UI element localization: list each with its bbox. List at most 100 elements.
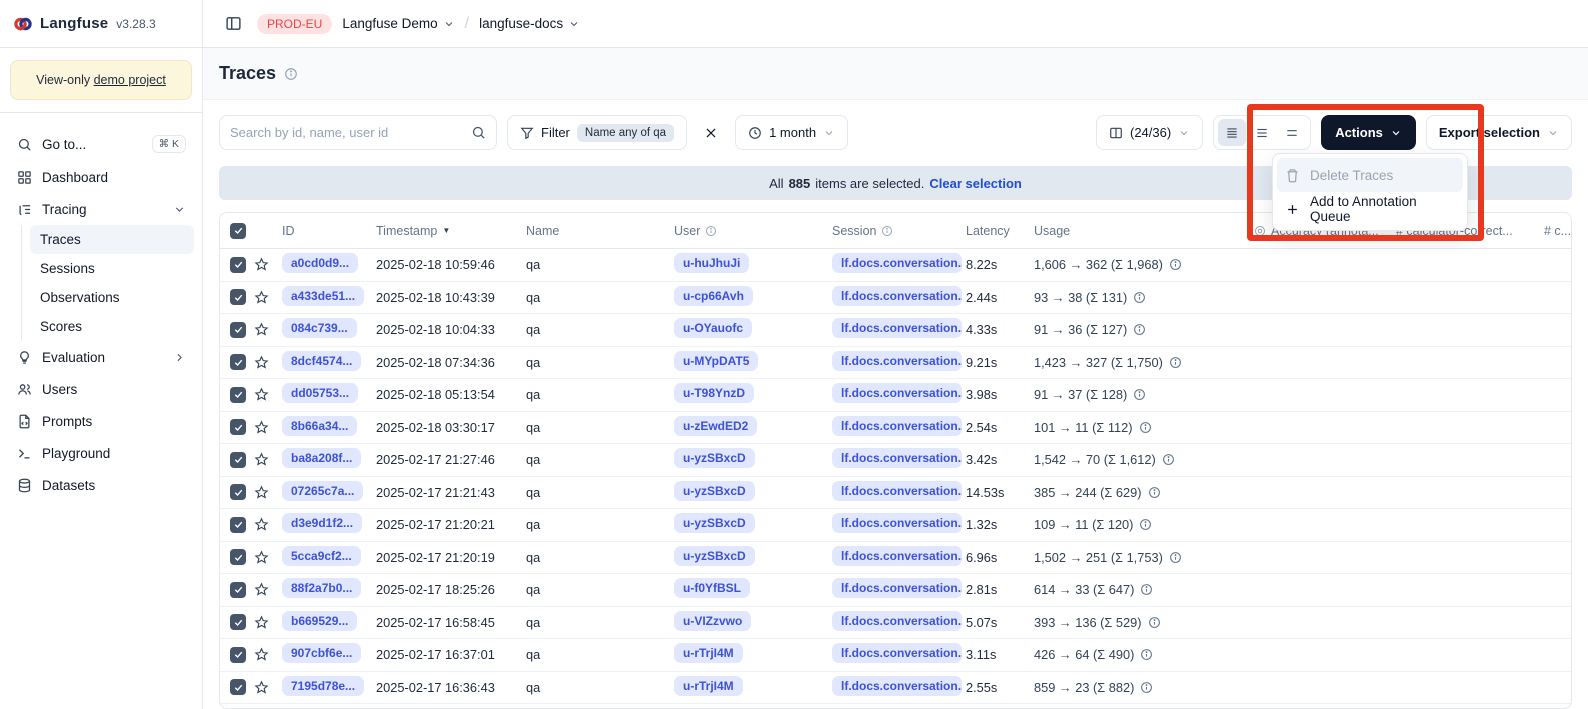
user-badge[interactable]: u-OYauofc bbox=[674, 318, 752, 338]
row-checkbox[interactable] bbox=[230, 582, 246, 598]
sidebar-item-observations[interactable]: Observations bbox=[30, 283, 194, 312]
table-row[interactable]: ba8a208f... 2025-02-17 21:27:46 qa u-yzS… bbox=[220, 444, 1571, 477]
table-row[interactable]: 5cca9cf2... 2025-02-17 21:20:19 qa u-yzS… bbox=[220, 542, 1571, 575]
sidebar-item-sessions[interactable]: Sessions bbox=[30, 254, 194, 283]
info-circle-icon[interactable] bbox=[1169, 356, 1182, 369]
clear-filter-button[interactable] bbox=[697, 119, 725, 147]
info-circle-icon[interactable] bbox=[1140, 583, 1153, 596]
sidebar-item-traces[interactable]: Traces bbox=[30, 225, 194, 254]
row-checkbox[interactable] bbox=[230, 452, 246, 468]
time-range-button[interactable]: 1 month bbox=[735, 115, 848, 150]
info-circle-icon[interactable] bbox=[284, 67, 298, 81]
session-badge[interactable]: lf.docs.conversation... bbox=[832, 351, 962, 371]
trace-id-badge[interactable]: 7195d78e... bbox=[282, 676, 364, 696]
info-circle-icon[interactable] bbox=[1139, 421, 1152, 434]
column-visibility-button[interactable]: (24/36) bbox=[1096, 115, 1203, 150]
trace-id-badge[interactable]: ba8a208f... bbox=[282, 448, 361, 468]
trace-id-badge[interactable]: a0cd0d9... bbox=[282, 253, 358, 273]
sidebar-item-datasets[interactable]: Datasets bbox=[8, 469, 194, 501]
trace-id-badge[interactable]: 084c739... bbox=[282, 318, 357, 338]
trace-id-badge[interactable]: b669529... bbox=[282, 611, 357, 631]
session-badge[interactable]: lf.docs.conversation... bbox=[832, 481, 962, 501]
trace-id-badge[interactable]: 907cbf6e... bbox=[282, 643, 361, 663]
row-checkbox[interactable] bbox=[230, 322, 246, 338]
user-badge[interactable]: u-huJhuJi bbox=[674, 253, 749, 273]
row-checkbox[interactable] bbox=[230, 484, 246, 500]
filter-button[interactable]: Filter Name any of qa bbox=[507, 115, 687, 150]
user-badge[interactable]: u-zEwdED2 bbox=[674, 416, 757, 436]
sidebar-item-tracing[interactable]: Tracing bbox=[8, 193, 194, 225]
search-input[interactable] bbox=[230, 125, 463, 140]
session-badge[interactable]: lf.docs.conversation... bbox=[832, 383, 962, 403]
sidebar-item-users[interactable]: Users bbox=[8, 373, 194, 405]
session-badge[interactable]: lf.docs.conversation... bbox=[832, 513, 962, 533]
star-icon[interactable] bbox=[254, 355, 278, 370]
session-badge[interactable]: lf.docs.conversation... bbox=[832, 578, 962, 598]
export-selection-button[interactable]: Export selection bbox=[1426, 115, 1572, 150]
sidebar-item-scores[interactable]: Scores bbox=[30, 312, 194, 341]
header-latency[interactable]: Latency bbox=[962, 224, 1030, 238]
table-row[interactable]: 88f2a7b0... 2025-02-17 18:25:26 qa u-f0Y… bbox=[220, 574, 1571, 607]
user-badge[interactable]: u-yzSBxcD bbox=[674, 513, 755, 533]
row-checkbox[interactable] bbox=[230, 289, 246, 305]
row-checkbox[interactable] bbox=[230, 354, 246, 370]
header-extra[interactable]: # c... bbox=[1540, 224, 1571, 238]
user-badge[interactable]: u-MYpDAT5 bbox=[674, 351, 758, 371]
table-row[interactable]: dd05753... 2025-02-18 05:13:54 qa u-T98Y… bbox=[220, 379, 1571, 412]
info-circle-icon[interactable] bbox=[1140, 648, 1153, 661]
star-icon[interactable] bbox=[254, 257, 278, 272]
menu-item-add-to-annotation-queue[interactable]: Add to Annotation Queue bbox=[1277, 192, 1463, 226]
session-badge[interactable]: lf.docs.conversation... bbox=[832, 611, 962, 631]
star-icon[interactable] bbox=[254, 517, 278, 532]
user-badge[interactable]: u-yzSBxcD bbox=[674, 546, 755, 566]
row-checkbox[interactable] bbox=[230, 517, 246, 533]
trace-id-badge[interactable]: 8dcf4574... bbox=[282, 351, 361, 371]
header-usage[interactable]: Usage bbox=[1030, 224, 1250, 238]
select-all-checkbox[interactable] bbox=[230, 223, 246, 239]
row-height-medium-button[interactable] bbox=[1248, 119, 1276, 146]
star-icon[interactable] bbox=[254, 290, 278, 305]
info-circle-icon[interactable] bbox=[1133, 323, 1146, 336]
header-id[interactable]: ID bbox=[278, 224, 372, 238]
star-icon[interactable] bbox=[254, 680, 278, 695]
trace-id-badge[interactable]: dd05753... bbox=[282, 383, 358, 403]
info-circle-icon[interactable] bbox=[1133, 291, 1146, 304]
table-row[interactable]: a433de51... 2025-02-18 10:43:39 qa u-cp6… bbox=[220, 282, 1571, 315]
star-icon[interactable] bbox=[254, 485, 278, 500]
row-checkbox[interactable] bbox=[230, 679, 246, 695]
info-circle-icon[interactable] bbox=[1148, 486, 1161, 499]
session-badge[interactable]: lf.docs.conversation... bbox=[832, 318, 962, 338]
trace-id-badge[interactable]: a433de51... bbox=[282, 286, 364, 306]
info-circle-icon[interactable] bbox=[1140, 681, 1153, 694]
session-badge[interactable]: lf.docs.conversation... bbox=[832, 448, 962, 468]
session-badge[interactable]: lf.docs.conversation... bbox=[832, 546, 962, 566]
actions-button[interactable]: Actions bbox=[1321, 115, 1416, 150]
session-badge[interactable]: lf.docs.conversation... bbox=[832, 643, 962, 663]
row-height-tall-button[interactable] bbox=[1278, 119, 1306, 146]
star-icon[interactable] bbox=[254, 452, 278, 467]
info-circle-icon[interactable] bbox=[1139, 518, 1152, 531]
user-badge[interactable]: u-cp66Avh bbox=[674, 286, 753, 306]
table-row[interactable]: 907cbf6e... 2025-02-17 16:37:01 qa u-rTr… bbox=[220, 639, 1571, 672]
session-badge[interactable]: lf.docs.conversation... bbox=[832, 416, 962, 436]
star-icon[interactable] bbox=[254, 387, 278, 402]
user-badge[interactable]: u-f0YfBSL bbox=[674, 578, 750, 598]
sidebar-item-evaluation[interactable]: Evaluation bbox=[8, 341, 194, 373]
row-checkbox[interactable] bbox=[230, 647, 246, 663]
sidebar-item-playground[interactable]: Playground bbox=[8, 437, 194, 469]
user-badge[interactable]: u-T98YnzD bbox=[674, 383, 754, 403]
table-row[interactable]: a0cd0d9... 2025-02-18 10:59:46 qa u-huJh… bbox=[220, 249, 1571, 282]
row-checkbox[interactable] bbox=[230, 387, 246, 403]
header-user[interactable]: User bbox=[670, 224, 828, 238]
row-checkbox[interactable] bbox=[230, 614, 246, 630]
row-checkbox[interactable] bbox=[230, 257, 246, 273]
user-badge[interactable]: u-yzSBxcD bbox=[674, 481, 755, 501]
header-name[interactable]: Name bbox=[522, 224, 670, 238]
trace-id-badge[interactable]: d3e9d1f2... bbox=[282, 513, 362, 533]
session-badge[interactable]: lf.docs.conversation... bbox=[832, 253, 962, 273]
table-row[interactable]: 084c739... 2025-02-18 10:04:33 qa u-OYau… bbox=[220, 314, 1571, 347]
search-icon[interactable] bbox=[471, 125, 486, 140]
info-circle-icon[interactable] bbox=[1148, 616, 1161, 629]
info-circle-icon[interactable] bbox=[1169, 551, 1182, 564]
org-breadcrumb[interactable]: Langfuse Demo bbox=[342, 16, 454, 31]
